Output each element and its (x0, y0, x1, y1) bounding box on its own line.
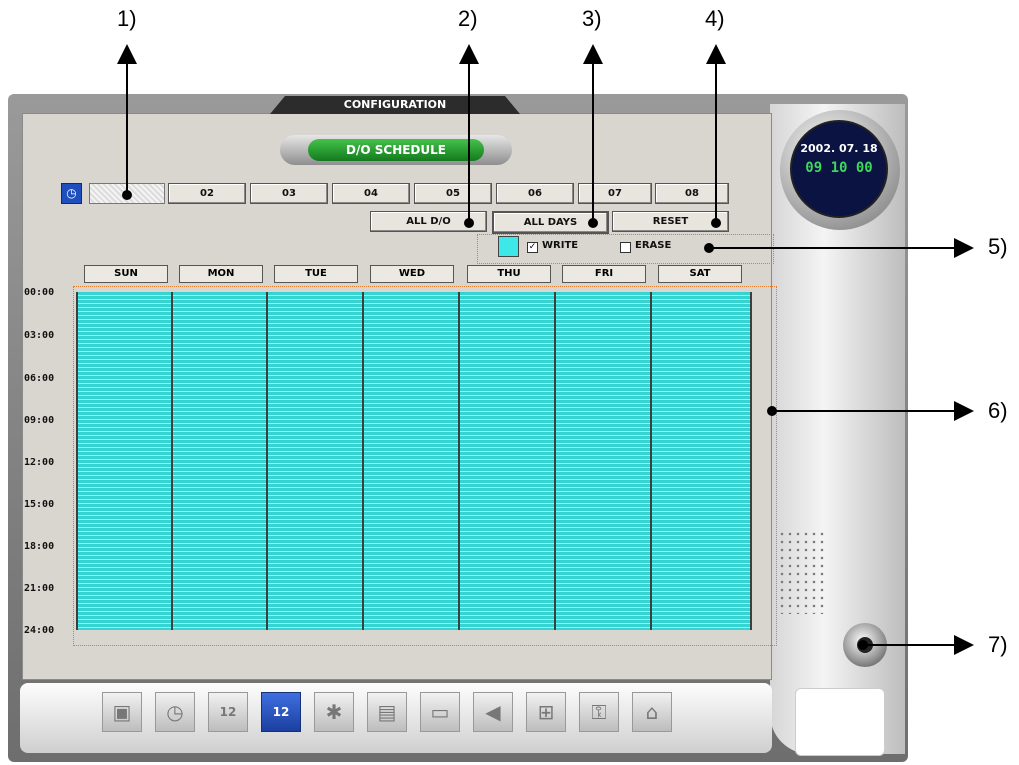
configuration-tab: CONFIGURATION (270, 96, 520, 114)
clock-time: 09 10 00 (805, 160, 873, 176)
day-header-thu[interactable]: THU (467, 265, 551, 283)
clock-date: 2002. 07. 18 (800, 142, 878, 155)
channel-button-07[interactable]: 07 (578, 183, 652, 204)
write-color-swatch (498, 236, 519, 257)
day-header-wed[interactable]: WED (370, 265, 454, 283)
schedule-column-mon[interactable] (171, 292, 268, 630)
channel-button-03[interactable]: 03 (250, 183, 328, 204)
camera-icon[interactable]: ▣ (102, 692, 142, 732)
time-label-03: 03:00 (24, 330, 55, 341)
day-header-sun[interactable]: SUN (84, 265, 168, 283)
channel-button-08[interactable]: 08 (655, 183, 729, 204)
channel-01-selected[interactable] (89, 183, 165, 204)
callout-5: 5) (988, 234, 1008, 259)
callout-6: 6) (988, 398, 1008, 423)
callout-7: 7) (988, 632, 1008, 657)
time-label-15: 15:00 (24, 499, 55, 510)
speaker-icon[interactable]: ◀ (473, 692, 513, 732)
callout-3: 3) (582, 6, 602, 31)
schedule-column-fri[interactable] (554, 292, 652, 630)
erase-label: ERASE (635, 240, 672, 251)
clock-icon[interactable]: ◷ (155, 692, 195, 732)
erase-checkbox[interactable] (620, 242, 631, 253)
reset-button[interactable]: RESET (612, 211, 729, 232)
channel-button-06[interactable]: 06 (496, 183, 574, 204)
schedule-column-sun[interactable] (76, 292, 173, 630)
schedule-column-tue[interactable] (266, 292, 364, 630)
all-days-button[interactable]: ALL DAYS (492, 211, 609, 234)
day-header-mon[interactable]: MON (179, 265, 263, 283)
panel-title: D/O SCHEDULE (308, 139, 484, 161)
monitor-icon[interactable]: ▭ (420, 692, 460, 732)
user-icon[interactable]: ⌂ (632, 692, 672, 732)
clapper-icon[interactable]: ▤ (367, 692, 407, 732)
callout-4: 4) (705, 6, 725, 31)
clock-icon[interactable]: ◷ (61, 183, 82, 204)
network-icon[interactable]: ⊞ (526, 692, 566, 732)
schedule-icon[interactable]: 12 (261, 692, 301, 732)
write-checkbox[interactable]: ✓ (527, 242, 538, 253)
key-icon[interactable]: ⚿ (579, 692, 619, 732)
callout-1: 1) (117, 6, 137, 31)
channel-button-05[interactable]: 05 (414, 183, 492, 204)
schedule-column-wed[interactable] (362, 292, 460, 630)
time-label-18: 18:00 (24, 541, 55, 552)
callout-2: 2) (458, 6, 478, 31)
schedule-column-sat[interactable] (650, 292, 752, 630)
motion-icon[interactable]: ✱ (314, 692, 354, 732)
all-do-button[interactable]: ALL D/O (370, 211, 487, 232)
time-label-24: 24:00 (24, 625, 55, 636)
time-label-21: 21:00 (24, 583, 55, 594)
channel-button-02[interactable]: 02 (168, 183, 246, 204)
write-label: WRITE (542, 240, 579, 251)
time-label-06: 06:00 (24, 373, 55, 384)
schedule-column-thu[interactable] (458, 292, 556, 630)
day-header-tue[interactable]: TUE (274, 265, 358, 283)
channel-button-04[interactable]: 04 (332, 183, 410, 204)
blank-panel (795, 688, 885, 756)
day-header-sat[interactable]: SAT (658, 265, 742, 283)
calendar-icon[interactable]: 12 (208, 692, 248, 732)
day-header-fri[interactable]: FRI (562, 265, 646, 283)
speaker-grille (778, 530, 826, 614)
time-label-12: 12:00 (24, 457, 55, 468)
power-button-center (857, 637, 873, 653)
time-label-00: 00:00 (24, 287, 55, 298)
time-label-09: 09:00 (24, 415, 55, 426)
